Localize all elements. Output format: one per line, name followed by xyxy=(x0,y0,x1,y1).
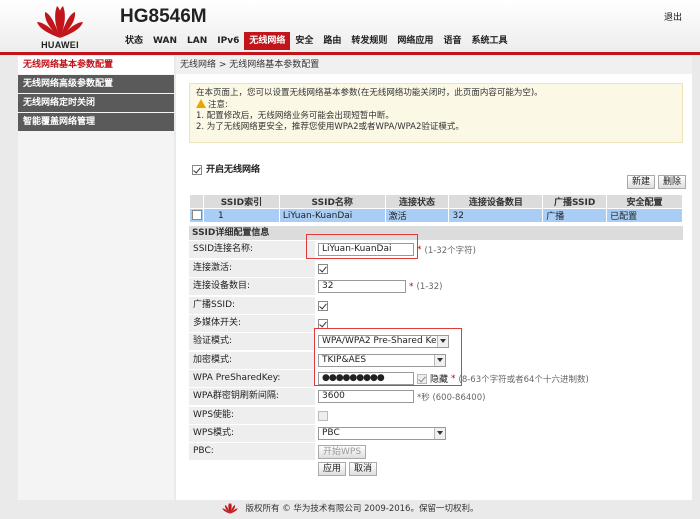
row-devices: 32 xyxy=(448,208,544,223)
delete-button[interactable]: 删除 xyxy=(658,175,687,189)
label-broadcast: 广播SSID: xyxy=(189,297,315,314)
multimedia-checkbox[interactable] xyxy=(318,318,328,329)
nav-tab-wlan[interactable]: 无线网络 xyxy=(244,32,291,50)
info-line-2: 1. 配置修改后，无线网络业务可能会出现短暂中断。 xyxy=(196,111,394,121)
nav-tab-ipv6[interactable]: IPv6 xyxy=(212,32,244,50)
wps-mode-value: PBC xyxy=(322,428,340,438)
highlight-box-security xyxy=(314,328,462,386)
logout-link[interactable]: 退出 xyxy=(664,10,682,23)
row-status: 激活 xyxy=(384,208,450,223)
sidebar-item-basic[interactable]: 无线网络基本参数配置 xyxy=(18,56,174,74)
col-header-security: 安全配置 xyxy=(606,194,683,209)
header: HUAWEI HG8546M 退出 状态 WAN LAN IPv6 无线网络 安… xyxy=(0,0,700,52)
sidebar: 无线网络基本参数配置 无线网络高级参数配置 无线网络定时关闭 智能覆盖网络管理 xyxy=(18,56,174,500)
psk-hint: (8-63个字符或者64个十六进制数) xyxy=(458,374,589,385)
nav-tab-status[interactable]: 状态 xyxy=(120,32,148,50)
device-model: HG8546M xyxy=(120,6,207,27)
form-actions: 应用 取消 xyxy=(318,462,378,476)
label-rekey: WPA群密钥刷新间隔: xyxy=(189,388,315,405)
nav-tab-route[interactable]: 路由 xyxy=(318,32,346,50)
chevron-down-icon xyxy=(434,428,445,439)
form-row-max-devices: 连接设备数目: 32 * (1-32) xyxy=(189,278,683,296)
wps-enable-checkbox[interactable] xyxy=(318,410,328,421)
row-broadcast: 广播 xyxy=(542,208,608,223)
ssid-name-hint: (1-32个字符) xyxy=(424,245,476,256)
row-security: 已配置 xyxy=(606,208,683,223)
row-select-cell xyxy=(189,208,204,223)
label-encryption: 加密模式: xyxy=(189,352,315,369)
wps-mode-select[interactable]: PBC xyxy=(318,427,446,440)
nav-tab-apps[interactable]: 网络应用 xyxy=(392,32,438,50)
label-pbc: PBC: xyxy=(189,443,315,460)
rekey-hint: *秒 (600-86400) xyxy=(417,392,486,403)
breadcrumb: 无线网络 > 无线网络基本参数配置 xyxy=(176,56,692,74)
huawei-logo: HUAWEI xyxy=(30,4,90,50)
label-auth-mode: 验证模式: xyxy=(189,333,315,350)
nav-tab-voice[interactable]: 语音 xyxy=(438,32,466,50)
sidebar-item-schedule[interactable]: 无线网络定时关闭 xyxy=(18,94,174,112)
form-row-wps-mode: WPS模式: PBC xyxy=(189,425,683,443)
col-header-broadcast: 广播SSID xyxy=(542,194,608,209)
max-devices-hint: (1-32) xyxy=(416,281,443,292)
ssid-table: SSID索引 SSID名称 连接状态 连接设备数目 广播SSID 安全配置 1 … xyxy=(189,194,683,223)
huawei-petal-icon xyxy=(37,6,83,38)
required-mark: * xyxy=(409,281,414,292)
col-header-index: SSID索引 xyxy=(202,194,280,209)
apply-button[interactable]: 应用 xyxy=(318,462,347,476)
highlight-box-ssid xyxy=(306,234,418,259)
label-multimedia: 多媒体开关: xyxy=(189,315,315,332)
broadcast-checkbox[interactable] xyxy=(318,300,328,311)
rekey-input[interactable]: 3600 xyxy=(318,390,414,403)
top-nav: 状态 WAN LAN IPv6 无线网络 安全 路由 转发规则 网络应用 语音 … xyxy=(120,32,512,50)
enable-wifi-label: 开启无线网络 xyxy=(206,165,261,175)
form-row-rekey: WPA群密钥刷新间隔: 3600 *秒 (600-86400) xyxy=(189,388,683,406)
enable-wifi-row: 开启无线网络 xyxy=(192,162,260,175)
huawei-petal-icon xyxy=(221,503,238,514)
nav-tab-wan[interactable]: WAN xyxy=(148,32,182,50)
detail-section-title: SSID详细配置信息 xyxy=(189,226,683,240)
enable-wifi-checkbox[interactable] xyxy=(192,164,202,175)
label-enable: 连接激活: xyxy=(189,260,315,277)
new-button[interactable]: 新建 xyxy=(627,175,656,189)
form-row-enable: 连接激活: xyxy=(189,260,683,278)
header-divider xyxy=(0,52,700,55)
col-header-devices: 连接设备数目 xyxy=(448,194,544,209)
sidebar-item-advanced[interactable]: 无线网络高级参数配置 xyxy=(18,75,174,93)
form-row-wps-enable: WPS使能: xyxy=(189,407,683,425)
nav-tab-system[interactable]: 系统工具 xyxy=(466,32,512,50)
info-note-label: 注意: xyxy=(208,100,228,110)
col-header-status: 连接状态 xyxy=(384,194,450,209)
info-line-3: 2. 为了无线网络更安全，推荐您使用WPA2或者WPA/WPA2验证模式。 xyxy=(196,122,464,132)
col-header-select xyxy=(189,194,204,209)
footer: 版权所有 © 华为技术有限公司 2009-2016。保留一切权利。 xyxy=(0,500,700,519)
cancel-button[interactable]: 取消 xyxy=(349,462,378,476)
row-select-checkbox[interactable] xyxy=(192,210,202,221)
col-header-name: SSID名称 xyxy=(278,194,386,209)
label-wps-mode: WPS模式: xyxy=(189,425,315,442)
copyright-text: 版权所有 © 华为技术有限公司 2009-2016。保留一切权利。 xyxy=(245,504,479,514)
form-row-pbc: PBC: 开始WPS xyxy=(189,443,683,461)
max-devices-input[interactable]: 32 xyxy=(318,280,406,293)
nav-tab-forward[interactable]: 转发规则 xyxy=(346,32,392,50)
ssid-table-header: SSID索引 SSID名称 连接状态 连接设备数目 广播SSID 安全配置 xyxy=(189,194,683,209)
form-row-ssid-name: SSID连接名称: LiYuan-KuanDai * (1-32个字符) xyxy=(189,241,683,259)
info-line-1: 在本页面上，您可以设置无线网络基本参数(在无线网络功能关闭时，此页面内容可能为空… xyxy=(196,88,543,98)
label-psk: WPA PreSharedKey: xyxy=(189,370,315,387)
label-ssid-name: SSID连接名称: xyxy=(189,241,315,258)
table-row[interactable]: 1 LiYuan-KuanDai 激活 32 广播 已配置 xyxy=(189,208,683,223)
row-ssid-name: LiYuan-KuanDai xyxy=(278,208,386,223)
sidebar-item-mesh[interactable]: 智能覆盖网络管理 xyxy=(18,113,174,131)
nav-tab-security[interactable]: 安全 xyxy=(290,32,318,50)
form-row-broadcast: 广播SSID: xyxy=(189,297,683,315)
row-index: 1 xyxy=(202,208,280,223)
nav-tab-lan[interactable]: LAN xyxy=(182,32,212,50)
start-wps-button[interactable]: 开始WPS xyxy=(318,444,367,459)
ssid-enable-checkbox[interactable] xyxy=(318,263,328,274)
label-max-devices: 连接设备数目: xyxy=(189,278,315,295)
logo-text: HUAWEI xyxy=(41,40,79,50)
main-content: 无线网络 > 无线网络基本参数配置 在本页面上，您可以设置无线网络基本参数(在无… xyxy=(176,56,692,500)
info-box: 在本页面上，您可以设置无线网络基本参数(在无线网络功能关闭时，此页面内容可能为空… xyxy=(189,83,683,143)
label-wps-enable: WPS使能: xyxy=(189,407,315,424)
warning-icon xyxy=(196,99,206,108)
